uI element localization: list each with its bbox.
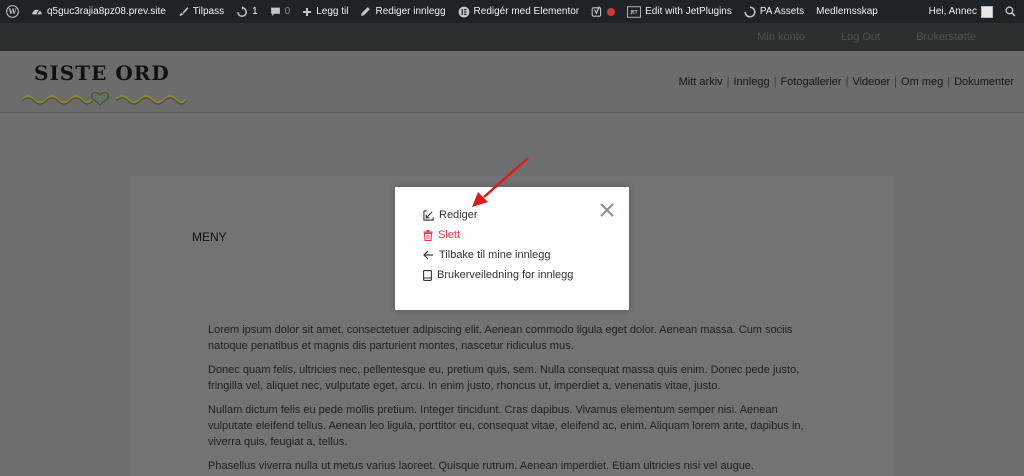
logout-link[interactable]: Log Out [823, 31, 898, 43]
customize-link[interactable]: Tilpass [172, 0, 230, 23]
account-topbar: Min konto Log Out Brukerstøtte [0, 23, 1024, 51]
back-label: Tilbake til mine innlegg [439, 249, 551, 261]
brush-icon [179, 7, 189, 16]
guide-label: Brukerveiledning for innlegg [437, 269, 574, 281]
jetplugins-link[interactable]: JET Edit with JetPlugins [621, 0, 738, 23]
jetplugins-icon: JET [627, 5, 641, 18]
nav-videos[interactable]: Videoer [848, 76, 894, 88]
svg-text:JET: JET [630, 9, 638, 14]
post-paragraph: Donec quam felis, ultricies nec, pellent… [208, 364, 800, 392]
nav-about-me[interactable]: Om meg [897, 76, 947, 88]
site-name-link[interactable]: q5guc3rajia8pz08.prev.site [25, 0, 172, 23]
post-paragraph: Lorem ipsum dolor sit amet, consectetuer… [208, 324, 793, 352]
post-paragraph: Nullam dictum felis eu pede mollis preti… [208, 404, 804, 448]
yoast-icon [591, 5, 602, 17]
post-body: Lorem ipsum dolor sit amet, consectetuer… [208, 322, 813, 476]
seo-status-dot [607, 7, 616, 16]
logo-text: SISTE ORD [34, 61, 170, 85]
edit-post-link[interactable]: Rediger innlegg [354, 0, 451, 23]
add-new-link[interactable]: Legg til [296, 0, 354, 23]
wordpress-menu[interactable]: W [0, 0, 25, 23]
svg-text:W: W [7, 7, 17, 16]
post-paragraph: Phasellus viverra nulla ut metus varius … [208, 460, 754, 472]
close-icon[interactable] [600, 203, 614, 217]
trash-icon [423, 229, 433, 241]
pa-assets-label: PA Assets [759, 6, 805, 17]
arrow-left-icon [423, 250, 433, 260]
comments-count: 0 [284, 6, 291, 17]
comments-link[interactable]: 0 [264, 0, 297, 23]
elementor-label: Redigér med Elementor [473, 6, 580, 17]
nav-documents[interactable]: Dokumenter [950, 76, 1018, 88]
main-navigation: Mitt arkiv | Innlegg | Fotogallerier | V… [675, 76, 1018, 88]
pa-assets-icon [744, 5, 756, 18]
jetplugins-label: Edit with JetPlugins [645, 6, 732, 17]
edit-post-label: Rediger innlegg [375, 6, 446, 17]
logo-ornament-icon [21, 91, 187, 106]
elementor-link[interactable]: Redigér med Elementor [452, 0, 586, 23]
wordpress-logo-icon: W [6, 5, 19, 18]
yoast-link[interactable] [585, 0, 621, 23]
menu-modal: Rediger Slett Tilbake til mine innlegg B… [395, 187, 629, 310]
nav-photo-galleries[interactable]: Fotogallerier [776, 76, 845, 88]
add-new-label: Legg til [316, 6, 349, 17]
menu-heading[interactable]: MENY [192, 230, 227, 244]
account-menu[interactable]: Hei, Annec [923, 0, 999, 23]
user-guide-item[interactable]: Brukerveiledning for innlegg [423, 269, 573, 281]
updates-count: 1 [252, 6, 258, 17]
nav-my-archive[interactable]: Mitt arkiv [675, 76, 727, 88]
nav-posts[interactable]: Innlegg [730, 76, 774, 88]
greeting: Hei, Annec [928, 6, 977, 17]
edit-square-icon [423, 209, 434, 221]
dashboard-icon [32, 9, 42, 14]
edit-menu-item[interactable]: Rediger [423, 209, 478, 221]
membership-link[interactable]: Medlemsskap [810, 0, 884, 23]
wp-admin-bar: W q5guc3rajia8pz08.prev.site Tilpass 1 0… [0, 0, 1024, 23]
my-account-link[interactable]: Min konto [739, 31, 823, 43]
avatar [981, 5, 993, 18]
site-name: q5guc3rajia8pz08.prev.site [47, 6, 166, 17]
membership-label: Medlemsskap [816, 6, 878, 17]
plus-icon [303, 7, 312, 16]
updates-icon [237, 5, 248, 17]
customize-label: Tilpass [192, 6, 225, 17]
elementor-icon [458, 6, 469, 17]
pa-assets-link[interactable]: PA Assets [738, 0, 810, 23]
comment-icon [270, 7, 280, 16]
back-to-posts-item[interactable]: Tilbake til mine innlegg [423, 249, 550, 261]
edit-label: Rediger [439, 209, 478, 221]
updates-link[interactable]: 1 [230, 0, 264, 23]
search-link[interactable] [999, 0, 1024, 23]
search-icon [1005, 6, 1016, 17]
delete-label: Slett [438, 229, 461, 241]
site-header: SISTE ORD Mitt arkiv | Innlegg | Fotogal… [0, 51, 1024, 113]
site-logo[interactable]: SISTE ORD [20, 61, 190, 106]
pencil-icon [361, 7, 371, 16]
book-icon [423, 269, 432, 281]
delete-menu-item[interactable]: Slett [423, 229, 460, 241]
support-link[interactable]: Brukerstøtte [898, 31, 994, 43]
